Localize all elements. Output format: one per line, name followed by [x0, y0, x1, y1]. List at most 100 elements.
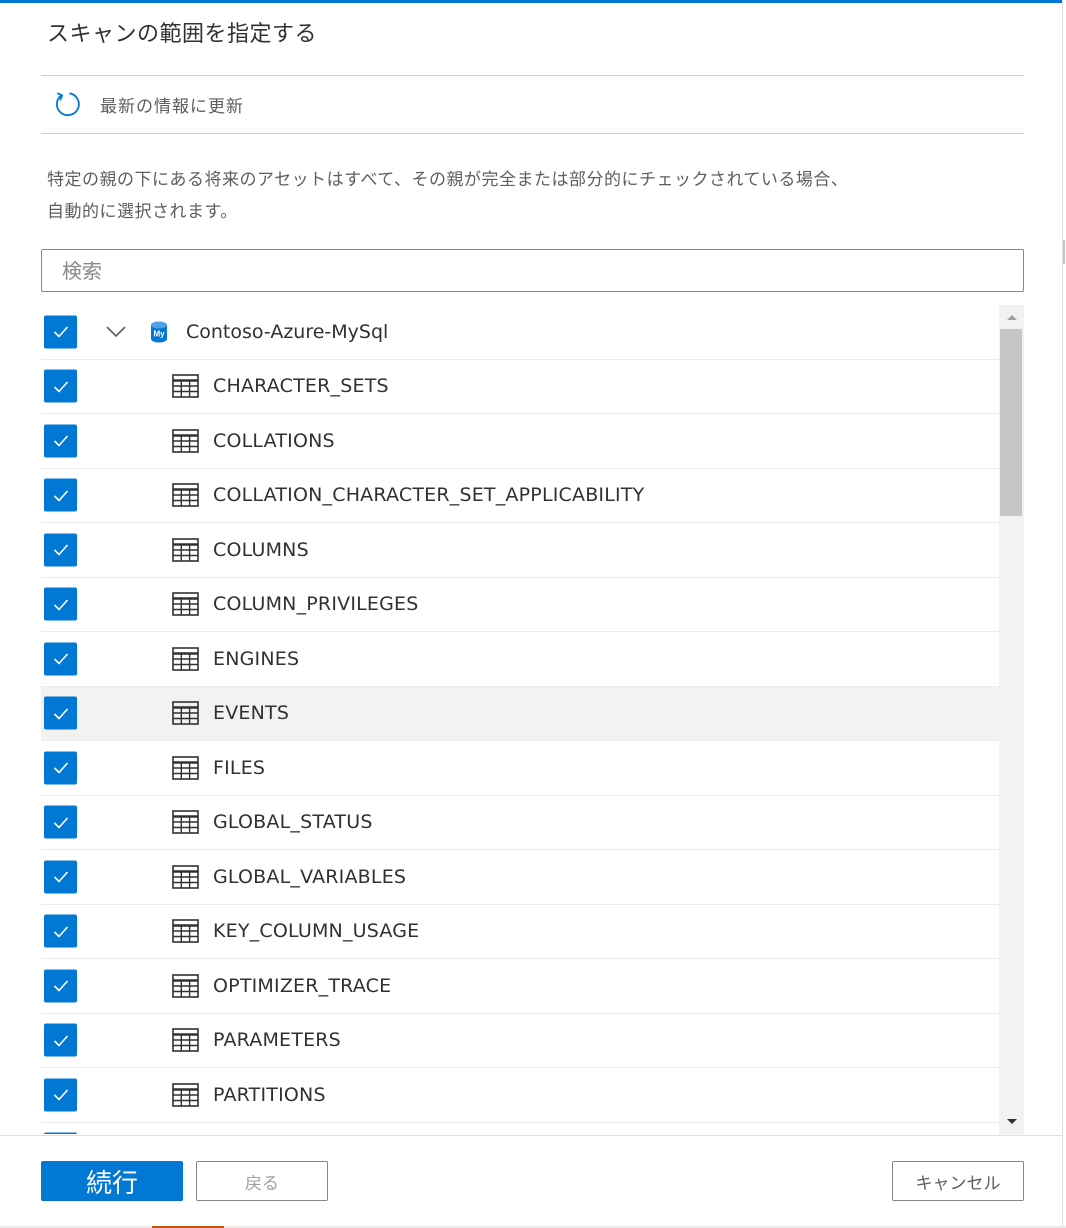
checkmark-icon: [53, 653, 68, 665]
checkmark-icon: [53, 708, 68, 720]
tree-item-checkbox[interactable]: [44, 478, 77, 512]
tree-item-checkbox[interactable]: [44, 369, 77, 403]
checkmark-icon: [53, 980, 68, 992]
tree-item-row[interactable]: CHARACTER_SETS: [41, 360, 999, 414]
scroll-up-arrow-icon[interactable]: [999, 305, 1024, 329]
tree-item-row[interactable]: PARAMETERS: [41, 1014, 999, 1068]
tree-item-checkbox[interactable]: [44, 424, 77, 458]
tree-item-row[interactable]: ENGINES: [41, 632, 999, 687]
tree-item-label: FILES: [213, 756, 266, 779]
search-input[interactable]: [42, 250, 1023, 291]
checkmark-icon: [53, 1035, 68, 1047]
checkmark-icon: [53, 435, 68, 447]
checkmark-icon: [53, 1089, 68, 1101]
chevron-down-icon[interactable]: [104, 320, 128, 344]
tree-item-row[interactable]: COLLATIONS: [41, 414, 999, 469]
tree-item-label: PARTITIONS: [213, 1083, 326, 1106]
tree-item-label: CHARACTER_SETS: [213, 375, 389, 398]
description-line-1: 特定の親の下にある将来のアセットはすべて、その親が完全または部分的にチェックされ…: [47, 170, 849, 190]
tree-item-checkbox[interactable]: [44, 1078, 77, 1112]
checkmark-icon: [53, 599, 68, 611]
root-checkbox[interactable]: [44, 315, 77, 349]
description-line-2: 自動的に選択されます。: [47, 202, 238, 222]
tree-item-checkbox[interactable]: [44, 587, 77, 621]
refresh-icon: [53, 90, 81, 118]
panel-right-edge: [1062, 0, 1066, 1228]
panel-title: スキャンの範囲を指定する: [47, 22, 318, 47]
tree-item-label: COLUMNS: [213, 538, 309, 561]
asset-tree[interactable]: My Contoso-Azure-MySql CHARACTER_SETS COL…: [41, 305, 999, 1134]
tree-item-label: GLOBAL_STATUS: [213, 811, 373, 834]
tree-item-label: GLOBAL_VARIABLES: [213, 865, 407, 888]
tree-item-row[interactable]: COLUMNS: [41, 523, 999, 578]
back-button[interactable]: 戻る: [196, 1161, 328, 1201]
checkmark-icon: [53, 381, 68, 393]
table-icon: [172, 483, 199, 508]
tree-root-row[interactable]: My Contoso-Azure-MySql: [41, 305, 999, 360]
tree-item-checkbox[interactable]: [44, 914, 77, 948]
continue-button[interactable]: 続行: [41, 1161, 183, 1201]
checkmark-icon: [53, 926, 68, 938]
tree-item-checkbox[interactable]: [44, 1132, 77, 1134]
checkmark-icon: [53, 544, 68, 556]
refresh-label: 最新の情報に更新: [100, 96, 244, 117]
tree-item-checkbox[interactable]: [44, 751, 77, 785]
tree-item-label: COLLATION_CHARACTER_SET_APPLICABILITY: [213, 484, 645, 507]
table-icon: [172, 919, 199, 944]
tree-item-label: OPTIMIZER_TRACE: [213, 974, 392, 997]
top-accent-bar: [0, 0, 1066, 3]
tree-item-checkbox[interactable]: [44, 805, 77, 839]
tree-item-row[interactable]: COLLATION_CHARACTER_SET_APPLICABILITY: [41, 469, 999, 523]
table-icon: [172, 810, 199, 835]
tree-item-checkbox[interactable]: [44, 696, 77, 730]
panel-resize-handle[interactable]: [1063, 240, 1065, 264]
svg-text:My: My: [153, 329, 165, 338]
tree-item-row[interactable]: OPTIMIZER_TRACE: [41, 959, 999, 1014]
tree-item-checkbox[interactable]: [44, 1023, 77, 1057]
mysql-database-icon: My: [148, 320, 170, 344]
tree-item-label: PARAMETERS: [213, 1029, 341, 1052]
tree-item-checkbox[interactable]: [44, 860, 77, 894]
tree-item-row[interactable]: FILES: [41, 741, 999, 796]
footer-divider: [0, 1135, 1062, 1136]
cancel-button[interactable]: キャンセル: [892, 1161, 1024, 1201]
tree-item-label: COLLATIONS: [213, 429, 335, 452]
checkmark-icon: [53, 762, 68, 774]
tree-item-row[interactable]: EVENTS: [41, 686, 999, 741]
description-text: 特定の親の下にある将来のアセットはすべて、その親が完全または部分的にチェックされ…: [47, 164, 947, 228]
tree-item-row[interactable]: GLOBAL_VARIABLES: [41, 850, 999, 905]
tree-item-checkbox[interactable]: [44, 969, 77, 1003]
tree-item-label: EVENTS: [213, 702, 290, 725]
checkmark-icon: [53, 326, 68, 338]
table-icon: [172, 1028, 199, 1053]
table-icon: [172, 973, 199, 998]
checkmark-icon: [53, 871, 68, 883]
checkmark-icon: [53, 817, 68, 829]
tree-item-label: ENGINES: [213, 647, 300, 670]
table-icon: [172, 755, 199, 780]
search-box[interactable]: [41, 249, 1024, 292]
refresh-button[interactable]: 最新の情報に更新: [41, 76, 1024, 132]
table-icon: [172, 646, 199, 671]
table-icon: [172, 374, 199, 399]
tree-item-checkbox[interactable]: [44, 533, 77, 567]
tree-item-row[interactable]: COLUMN_PRIVILEGES: [41, 578, 999, 632]
tree-item-label: COLUMN_PRIVILEGES: [213, 593, 419, 616]
tree-root-label: Contoso-Azure-MySql: [186, 320, 389, 343]
tree-item-row[interactable]: KEY_COLUMN_USAGE: [41, 905, 999, 959]
table-icon: [172, 592, 199, 617]
tree-item-row[interactable]: [41, 1123, 999, 1134]
tree-item-row[interactable]: GLOBAL_STATUS: [41, 796, 999, 850]
scroll-down-arrow-icon[interactable]: [999, 1110, 1024, 1134]
table-icon: [172, 428, 199, 453]
tree-item-row[interactable]: PARTITIONS: [41, 1068, 999, 1123]
divider-bottom: [41, 133, 1024, 134]
checkmark-icon: [53, 490, 68, 502]
table-icon: [172, 537, 199, 562]
scroll-thumb[interactable]: [1000, 329, 1022, 516]
tree-item-checkbox[interactable]: [44, 642, 77, 676]
table-icon: [172, 864, 199, 889]
tree-item-label: KEY_COLUMN_USAGE: [213, 920, 420, 943]
tree-scrollbar[interactable]: [999, 305, 1024, 1134]
table-icon: [172, 701, 199, 726]
